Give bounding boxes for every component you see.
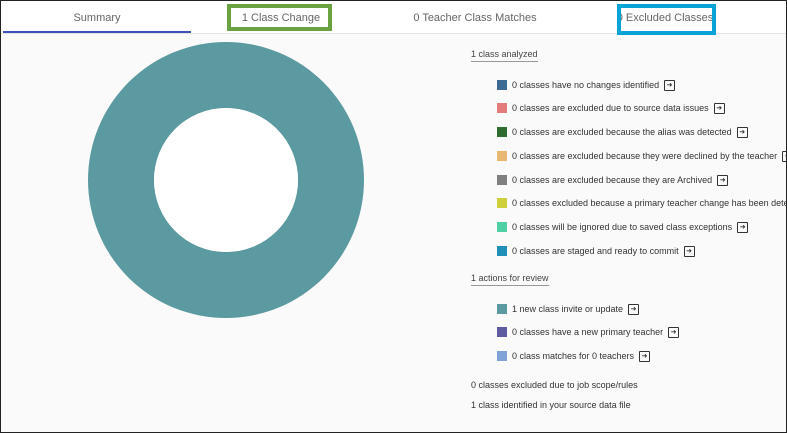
analyzed-item-label: 0 classes excluded because a primary tea… xyxy=(512,198,787,208)
open-in-icon[interactable]: ➜ xyxy=(664,79,676,91)
review-item-label: 1 new class invite or update xyxy=(512,304,624,314)
review-item-new-class-invite: 1 new class invite or update ➜ xyxy=(497,303,640,315)
tab-excluded-classes[interactable]: 0 Excluded Classes xyxy=(571,1,759,33)
analyzed-item-declined-by-teacher: 0 classes are excluded because they were… xyxy=(497,150,786,162)
analyzed-item-alias-detected: 0 classes are excluded because the alias… xyxy=(497,126,748,138)
analyzed-item-label: 0 classes will be ignored due to saved c… xyxy=(512,222,733,232)
open-in-icon[interactable]: ➜ xyxy=(736,126,748,138)
analyzed-item-primary-teacher-change: 0 classes excluded because a primary tea… xyxy=(497,197,787,209)
legend-swatch xyxy=(497,151,507,161)
open-in-icon[interactable]: ➜ xyxy=(713,102,725,114)
open-in-icon[interactable]: ➜ xyxy=(683,245,695,257)
analyzed-item-label: 0 classes are excluded because the alias… xyxy=(512,127,732,137)
donut-chart xyxy=(88,42,364,318)
analyzed-item-source-data-issues: 0 classes are excluded due to source dat… xyxy=(497,102,725,114)
tab-teacher-class-matches[interactable]: 0 Teacher Class Matches xyxy=(381,1,569,33)
identified-text: 1 class identified in your source data f… xyxy=(471,400,631,410)
analyzed-section-title: 1 class analyzed xyxy=(471,49,538,62)
analyzed-item-label: 0 classes are excluded because they are … xyxy=(512,175,713,185)
legend-swatch xyxy=(497,327,507,337)
legend-swatch xyxy=(497,246,507,256)
open-in-icon[interactable]: ➜ xyxy=(628,303,640,315)
analyzed-item-saved-exceptions: 0 classes will be ignored due to saved c… xyxy=(497,221,749,233)
open-in-icon[interactable]: ➜ xyxy=(782,150,786,162)
review-item-label: 0 classes have a new primary teacher xyxy=(512,327,664,337)
legend-swatch xyxy=(497,198,507,208)
legend-swatch xyxy=(497,351,507,361)
analyzed-item-archived: 0 classes are excluded because they are … xyxy=(497,174,729,186)
legend-swatch xyxy=(497,103,507,113)
review-item-class-matches: 0 class matches for 0 teachers ➜ xyxy=(497,350,651,362)
open-in-icon[interactable]: ➜ xyxy=(737,221,749,233)
legend-swatch xyxy=(497,127,507,137)
analyzed-item-staged: 0 classes are staged and ready to commit… xyxy=(497,245,695,257)
review-item-label: 0 class matches for 0 teachers xyxy=(512,351,635,361)
open-in-icon[interactable]: ➜ xyxy=(717,174,729,186)
legend-swatch xyxy=(497,80,507,90)
open-in-icon[interactable]: ➜ xyxy=(639,350,651,362)
donut-hole xyxy=(154,108,298,252)
review-item-new-primary-teacher: 0 classes have a new primary teacher ➜ xyxy=(497,326,680,338)
analyzed-item-label: 0 classes are excluded because they were… xyxy=(512,151,778,161)
legend-swatch xyxy=(497,304,507,314)
open-in-icon[interactable]: ➜ xyxy=(668,326,680,338)
analyzed-item-label: 0 classes are staged and ready to commit xyxy=(512,246,679,256)
excluded-scope-text: 0 classes excluded due to job scope/rule… xyxy=(471,380,638,390)
legend-swatch xyxy=(497,222,507,232)
analyzed-item-no-changes: 0 classes have no changes identified ➜ xyxy=(497,79,676,91)
app-frame: Summary 1 Class Change 0 Teacher Class M… xyxy=(0,0,787,433)
legend-swatch xyxy=(497,175,507,185)
analyzed-item-label: 0 classes are excluded due to source dat… xyxy=(512,103,709,113)
analyzed-item-label: 0 classes have no changes identified xyxy=(512,80,660,90)
review-section-title: 1 actions for review xyxy=(471,273,549,286)
